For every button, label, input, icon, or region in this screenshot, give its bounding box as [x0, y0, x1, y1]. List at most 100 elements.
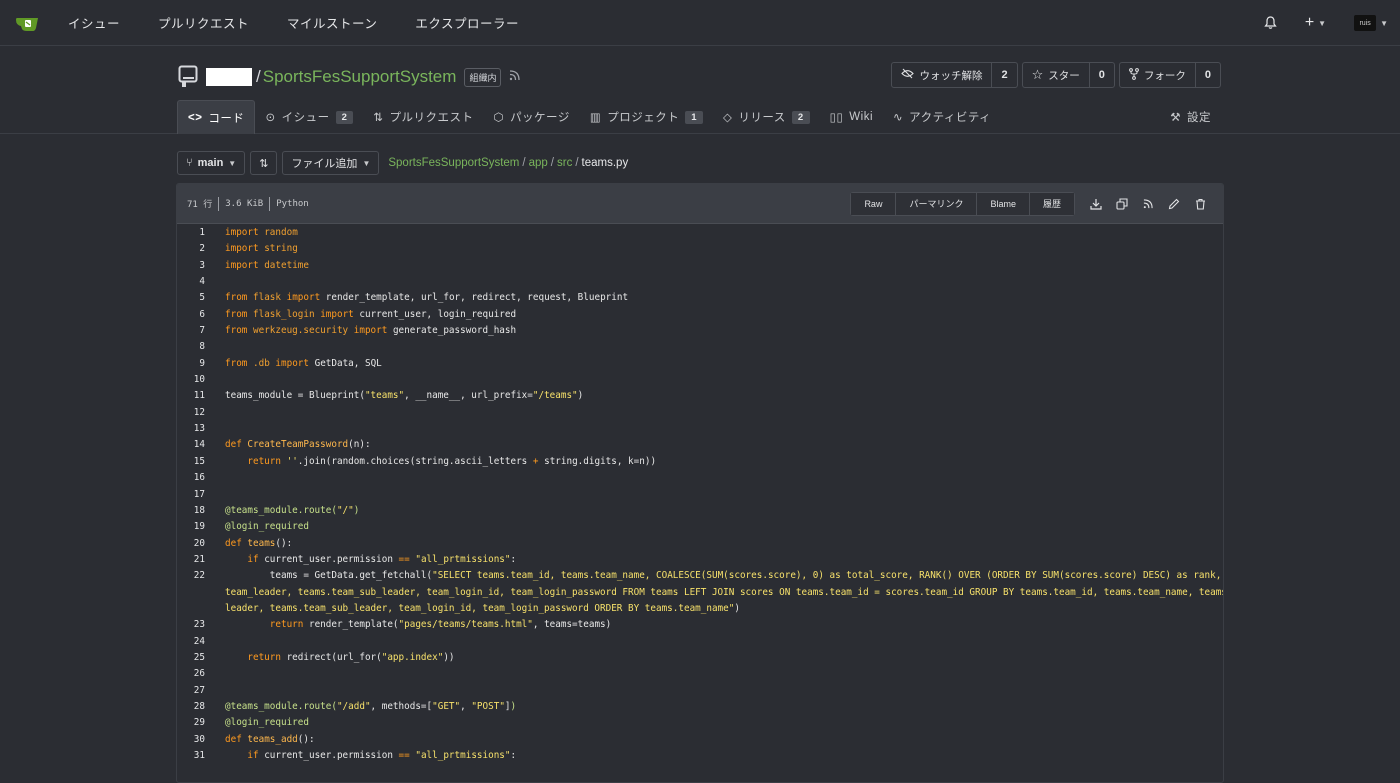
- tab-issues-label: イシュー: [281, 112, 330, 124]
- line-number[interactable]: 11: [177, 388, 205, 404]
- fork-button[interactable]: フォーク 0: [1118, 62, 1221, 88]
- line-number[interactable]: 22: [177, 568, 205, 584]
- book-icon: ▯▯: [829, 112, 844, 124]
- breadcrumb-repo[interactable]: SportsFesSupportSystem: [388, 157, 519, 169]
- code-line: 25 return redirect(url_for("app.index")): [177, 650, 1223, 666]
- nav-issues[interactable]: イシュー: [68, 13, 120, 32]
- repo-tabs: <> コード ⊙ イシュー 2 ⇅ プルリクエスト ⬡ パッケージ ▥ プロジェクト 1 ◇ リ…: [177, 100, 1221, 134]
- line-number[interactable]: 9: [177, 356, 205, 372]
- code-line: 24: [177, 634, 1223, 650]
- line-number[interactable]: 26: [177, 666, 205, 682]
- line-number[interactable]: 24: [177, 634, 205, 650]
- line-count: 71 行: [187, 200, 213, 210]
- line-number[interactable]: 18: [177, 503, 205, 519]
- delete-trash-icon[interactable]: [1187, 192, 1213, 216]
- line-number[interactable]: 23: [177, 617, 205, 633]
- line-number[interactable]: 25: [177, 650, 205, 666]
- watch-button[interactable]: ウォッチ解除 2: [891, 62, 1018, 88]
- rss-icon[interactable]: [509, 70, 521, 84]
- file-toolbar: ⑂ main ▼ ⇅ ファイル追加 ▼ SportsFesSupportSystem /…: [177, 151, 628, 175]
- line-number[interactable]: 1: [177, 225, 205, 241]
- tab-packages[interactable]: ⬡ パッケージ: [484, 100, 580, 134]
- tab-projects[interactable]: ▥ プロジェクト 1: [580, 100, 713, 134]
- line-number[interactable]: 13: [177, 421, 205, 437]
- code-line: 4: [177, 274, 1223, 290]
- line-number[interactable]: 20: [177, 536, 205, 552]
- edit-pencil-icon[interactable]: [1161, 192, 1187, 216]
- history-button[interactable]: 履歴: [1028, 192, 1074, 215]
- line-number[interactable]: 6: [177, 307, 205, 323]
- tab-settings-label: 設定: [1187, 112, 1211, 124]
- breadcrumb-app[interactable]: app: [529, 157, 548, 169]
- star-icon: ☆: [1031, 67, 1044, 82]
- line-number[interactable]: 10: [177, 372, 205, 388]
- code-line: 27: [177, 683, 1223, 699]
- user-menu[interactable]: ruis ▼: [1354, 15, 1388, 31]
- chevron-down-icon: ▼: [1380, 18, 1388, 28]
- code-line: 5 from flask import render_template, url_…: [177, 290, 1223, 306]
- line-number[interactable]: 29: [177, 715, 205, 731]
- tab-wiki[interactable]: ▯▯ Wiki: [820, 100, 883, 134]
- line-number[interactable]: 5: [177, 290, 205, 306]
- compare-button[interactable]: ⇅: [250, 151, 278, 175]
- star-button[interactable]: ☆ スター 0: [1021, 62, 1115, 88]
- permalink-button[interactable]: パーマリンク: [895, 192, 977, 215]
- tab-issues[interactable]: ⊙ イシュー 2: [255, 100, 363, 134]
- line-number[interactable]: 2: [177, 241, 205, 257]
- tab-releases[interactable]: ◇ リリース 2: [713, 100, 820, 134]
- line-number[interactable]: 30: [177, 732, 205, 748]
- code-line: team_leader, teams.team_sub_leader, team…: [225, 586, 1223, 598]
- tab-releases-label: リリース: [738, 112, 786, 124]
- code-line: 3 import datetime: [177, 258, 1223, 274]
- chevron-down-icon: ▼: [1318, 18, 1327, 28]
- line-number[interactable]: 28: [177, 699, 205, 715]
- line-number[interactable]: 27: [177, 683, 205, 699]
- add-file-label: ファイル追加: [291, 158, 358, 170]
- notification-bell-icon[interactable]: [1264, 16, 1277, 30]
- line-number[interactable]: 14: [177, 437, 205, 453]
- code-line: 26: [177, 666, 1223, 682]
- line-number[interactable]: 4: [177, 274, 205, 290]
- repo-owner[interactable]: [206, 68, 252, 86]
- chevron-down-icon: ▼: [228, 158, 237, 168]
- line-number[interactable]: 8: [177, 339, 205, 355]
- line-number[interactable]: 15: [177, 454, 205, 470]
- line-number[interactable]: 19: [177, 519, 205, 535]
- tab-pull-requests[interactable]: ⇅ プルリクエスト: [363, 100, 483, 134]
- fork-count[interactable]: 0: [1194, 63, 1220, 87]
- nav-explore[interactable]: エクスプローラー: [415, 13, 519, 32]
- line-number[interactable]: 21: [177, 552, 205, 568]
- visibility-badge: 組織内: [464, 67, 502, 87]
- download-icon[interactable]: [1083, 192, 1109, 216]
- tab-settings[interactable]: ⚒ 設定: [1160, 100, 1221, 134]
- blame-button[interactable]: Blame: [976, 192, 1029, 215]
- repo-name[interactable]: SportsFesSupportSystem: [263, 67, 457, 87]
- nav-milestones[interactable]: マイルストーン: [287, 13, 377, 32]
- tab-projects-label: プロジェクト: [607, 112, 680, 124]
- line-number[interactable]: 31: [177, 748, 205, 764]
- code-line: 11 teams_module = Blueprint("teams", __na…: [177, 388, 1223, 404]
- gitea-logo-icon[interactable]: [14, 13, 40, 33]
- line-number[interactable]: 17: [177, 487, 205, 503]
- line-number[interactable]: 12: [177, 405, 205, 421]
- copy-icon[interactable]: [1109, 192, 1135, 216]
- line-number[interactable]: 7: [177, 323, 205, 339]
- rss-icon[interactable]: [1135, 192, 1161, 216]
- create-new-menu[interactable]: + ▼: [1305, 14, 1326, 32]
- line-number[interactable]: 3: [177, 258, 205, 274]
- code-line: 10: [177, 372, 1223, 388]
- project-icon: ▥: [589, 112, 602, 124]
- branch-selector[interactable]: ⑂ main ▼: [177, 151, 246, 175]
- line-number[interactable]: 16: [177, 470, 205, 486]
- package-icon: ⬡: [493, 112, 505, 124]
- eye-slash-icon: [901, 68, 915, 82]
- breadcrumb-src[interactable]: src: [557, 157, 572, 169]
- tab-code[interactable]: <> コード: [177, 100, 256, 134]
- tab-activity[interactable]: ∿ アクティビティ: [883, 100, 1001, 134]
- watch-count[interactable]: 2: [991, 63, 1016, 87]
- file-view-buttons: Raw パーマリンク Blame 履歴: [850, 191, 1075, 216]
- star-count[interactable]: 0: [1088, 63, 1114, 87]
- nav-pull-requests[interactable]: プルリクエスト: [158, 13, 249, 32]
- add-file-button[interactable]: ファイル追加 ▼: [282, 151, 380, 175]
- raw-button[interactable]: Raw: [851, 192, 896, 215]
